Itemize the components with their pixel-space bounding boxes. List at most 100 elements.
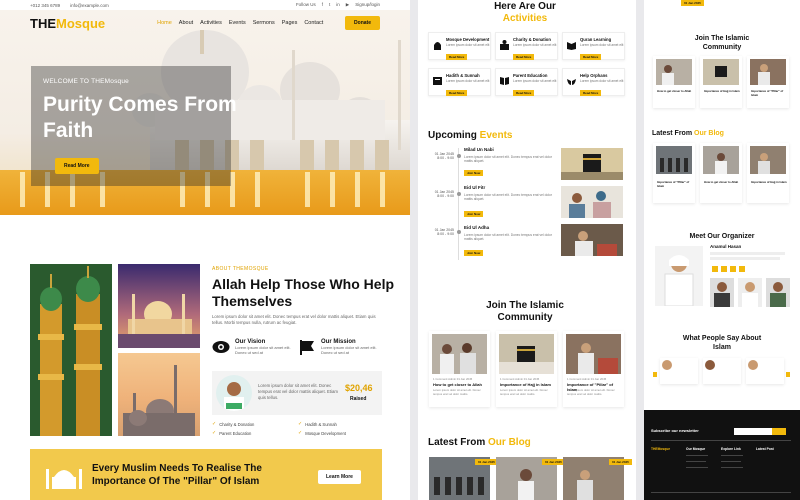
community-card[interactable]: 1 Comment Admin 01 Jan 2045 How to get c… (429, 331, 490, 407)
blog-card-small[interactable]: How to get closer to Allah (700, 143, 742, 203)
footer-col-title: Latest Post (756, 447, 774, 451)
activity-read-more[interactable]: Read More (446, 54, 468, 60)
footer-col-title: Explore Link (721, 447, 741, 451)
event-join-button[interactable]: Join Now (464, 170, 484, 176)
quran-icon (567, 42, 576, 50)
linkedin-icon[interactable] (730, 266, 736, 272)
organizer-heading: Meet Our Organizer (689, 233, 755, 240)
event-date: 01 Jan 2045 8:00 - 9:00 (434, 228, 454, 236)
footer-link-line[interactable] (721, 455, 743, 456)
activity-read-more[interactable]: Read More (446, 90, 468, 96)
newsletter-email-input[interactable] (734, 428, 772, 435)
linkedin-icon[interactable]: in (336, 2, 340, 8)
hero-read-more-button[interactable]: Read More (55, 158, 99, 174)
community-image (432, 334, 487, 374)
youtube-icon[interactable]: ▶ (346, 2, 349, 8)
activity-card[interactable]: Hadith & Sunnah Lorem ipsum dolor sit am… (428, 68, 491, 96)
mosque-icon (46, 469, 82, 489)
nav-sermons[interactable]: Sermons (253, 20, 275, 26)
mission-block: Our Mission Lorem ipsum dolor sit amet e… (298, 338, 381, 356)
prev-arrow-icon[interactable] (653, 372, 657, 377)
blog-card-small[interactable]: Importance of "Pillar" of Islam (653, 143, 695, 203)
site-logo[interactable]: THEMosque (30, 16, 105, 31)
activities-heading: Here Are Our Activities (494, 1, 556, 24)
blog-heading-small: Latest From Our Blog (652, 130, 724, 137)
eye-icon (212, 341, 230, 353)
organizer-text-line (710, 252, 785, 255)
signup-link[interactable]: Signup/login (355, 2, 380, 8)
organizer-name: Anamul Hasan (710, 244, 742, 249)
kaaba-image (561, 148, 623, 180)
activity-read-more[interactable]: Read More (580, 90, 602, 96)
community-heading-small: Join The Islamic Community (694, 35, 750, 51)
feature-item: ✓ Charity & Donation (212, 421, 255, 427)
testimonial-card (746, 358, 784, 384)
footer-link-line[interactable] (686, 461, 706, 462)
event-title: Milad Un Nabi (464, 147, 494, 152)
twitter-icon[interactable] (721, 266, 727, 272)
feature-item: ✓ Hadith & Sunnah (298, 421, 337, 427)
event-join-button[interactable]: Join Now (464, 250, 484, 256)
nav-contact[interactable]: Contact (304, 20, 323, 26)
organizer-text-line (710, 257, 780, 260)
blog-date-badge: 01 Jan 2045 (542, 459, 565, 465)
blog-card-small[interactable]: Importance of Hajj in Islam (747, 143, 789, 203)
facebook-icon[interactable] (712, 266, 718, 272)
testimonial-card (660, 358, 698, 384)
donate-button[interactable]: Donate (345, 16, 380, 30)
activity-read-more[interactable]: Read More (580, 54, 602, 60)
community-card[interactable]: 1 Comment Admin 01 Jan 2045 Importance o… (563, 331, 624, 407)
activity-card[interactable]: Mosque Development Lorem ipsum dolor sit… (428, 32, 491, 60)
feature-item: ✓ Parent Education (212, 430, 252, 436)
footer-link-line[interactable] (686, 467, 708, 468)
footer-link-line[interactable] (721, 461, 741, 462)
footer-col-title: THEMosque (651, 447, 671, 451)
community-card-small[interactable]: Importance of Hajj in Islam (700, 56, 742, 108)
newsletter-submit-button[interactable] (772, 428, 786, 435)
nav-home[interactable]: Home (157, 20, 172, 26)
community-heading: Join The Islamic Community (486, 300, 564, 323)
follow-text: Follow Us (295, 2, 316, 7)
blog-date-badge: 01 Jan 2045 (681, 0, 704, 6)
nav-pages[interactable]: Pages (282, 20, 298, 26)
mosque-sunset-image (118, 264, 200, 348)
event-join-button[interactable]: Join Now (464, 211, 484, 217)
footer-divider (651, 440, 791, 441)
footer-col-title: Our Mosque (686, 447, 706, 451)
activity-read-more[interactable]: Read More (513, 54, 535, 60)
learn-more-button[interactable]: Learn More (318, 470, 361, 484)
team-photo (710, 278, 734, 307)
nav-about[interactable]: About (179, 20, 193, 26)
hadith-icon (433, 77, 442, 85)
testimonial-heading: What People Say About Islam (682, 335, 762, 351)
hands-icon (567, 79, 576, 85)
activity-card[interactable]: Quran Learning Lorem ipsum dolor sit ame… (562, 32, 625, 60)
next-arrow-icon[interactable] (786, 372, 790, 377)
instagram-icon[interactable] (739, 266, 745, 272)
event-desc: Lorem ipsum dolor sit amet elit. Donec t… (464, 155, 552, 164)
activity-card[interactable]: Help Orphans Lorem ipsum dolor sit amet … (562, 68, 625, 96)
events-heading: Upcoming Events (428, 130, 513, 141)
twitter-icon[interactable]: t (329, 2, 330, 8)
raised-amount: $20,46 (345, 383, 373, 393)
timeline-dot (456, 230, 461, 234)
facebook-icon[interactable]: f (322, 2, 323, 8)
event-date: 01 Jan 2045 8:00 - 9:00 (434, 190, 454, 198)
book-icon (500, 77, 509, 85)
organizer-photo (655, 246, 703, 306)
activity-read-more[interactable]: Read More (513, 90, 535, 96)
footer-link-line[interactable] (686, 455, 708, 456)
mosque-skyline-image (118, 353, 200, 436)
activity-card[interactable]: Parent Education Lorem ipsum dolor sit a… (495, 68, 558, 96)
community-card-small[interactable]: How to get closer to Allah (653, 56, 695, 108)
event-title: Eid Ul Fitr (464, 185, 486, 190)
footer-link-line[interactable] (721, 467, 743, 468)
community-card-small[interactable]: Importance of "Pillar" of Islam (747, 56, 789, 108)
nav-activities[interactable]: Activities (200, 20, 222, 26)
community-card[interactable]: 1 Comment Admin 01 Jan 2045 Importance o… (496, 331, 557, 407)
nav-events[interactable]: Events (229, 20, 246, 26)
phone-text: +012 345 6789 (30, 2, 61, 8)
nav-menu: Home About Activities Events Sermons Pag… (157, 20, 323, 26)
check-icon: ✓ (298, 421, 303, 427)
activity-card[interactable]: Charity & Donation Lorem ipsum dolor sit… (495, 32, 558, 60)
